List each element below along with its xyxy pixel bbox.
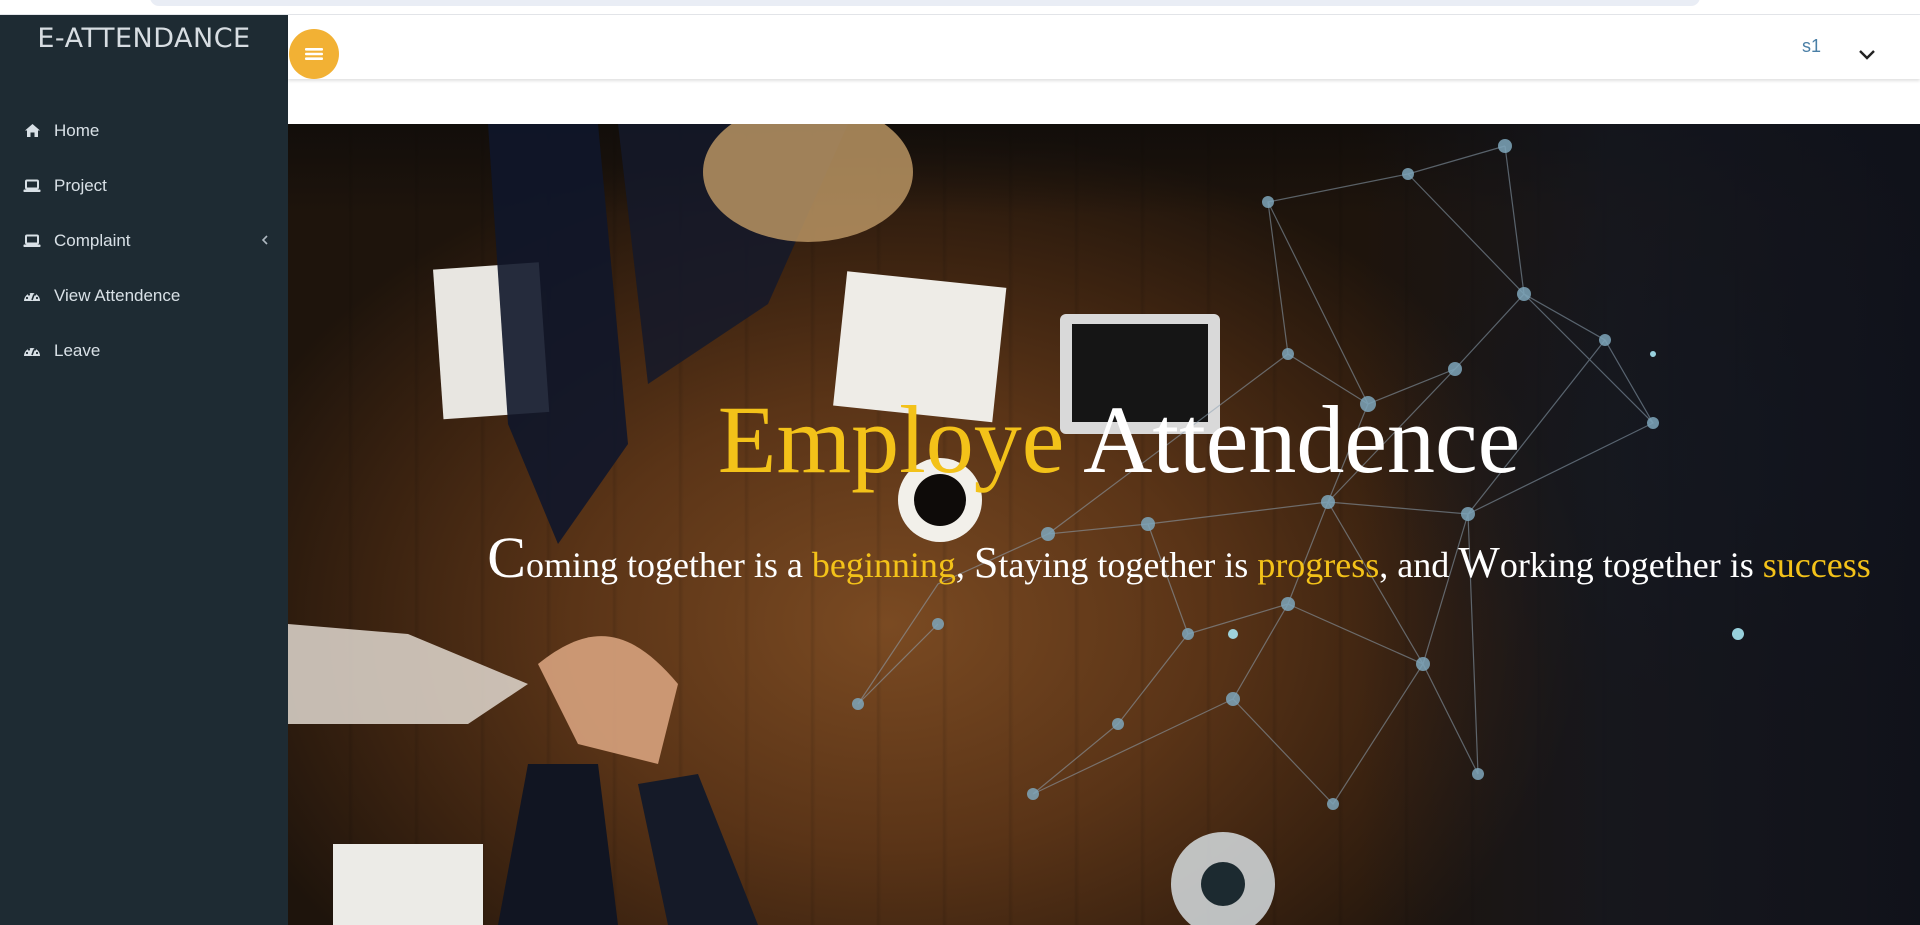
chevron-left-icon[interactable] xyxy=(260,234,270,245)
sidebar-item-project[interactable]: Project xyxy=(0,158,288,213)
tagline-highlight: progress xyxy=(1257,545,1380,585)
sidebar-item-label: Complaint xyxy=(54,230,131,250)
tagline-text: , xyxy=(955,545,974,585)
tagline-text: orking together is xyxy=(1499,545,1763,585)
dashboard-icon xyxy=(22,287,42,305)
hero-title-main: Attendence xyxy=(1083,386,1521,493)
top-header: s1 xyxy=(288,15,1920,79)
tagline-dropcap: C xyxy=(487,525,526,590)
tagline-text: , and xyxy=(1379,545,1459,585)
tagline-text: taying together is xyxy=(998,545,1258,585)
sidebar-item-complaint[interactable]: Complaint xyxy=(0,213,288,268)
tagline-dropcap: W xyxy=(1458,538,1500,587)
tagline-text: oming together is a xyxy=(525,545,812,585)
brand-title[interactable]: E-ATTENDANCE xyxy=(0,23,288,54)
sidebar-toggle-button[interactable] xyxy=(289,29,339,79)
sidebar-nav: Home Project Complaint View Attendence L… xyxy=(0,103,288,378)
laptop-icon xyxy=(22,232,42,250)
sidebar-item-label: Home xyxy=(54,120,100,140)
user-name-link[interactable]: s1 xyxy=(1802,36,1821,57)
tagline-highlight: beginning xyxy=(811,545,956,585)
tagline-highlight: success xyxy=(1762,545,1871,585)
address-bar-remnant xyxy=(150,0,1700,6)
hero-title-highlight: Employe xyxy=(717,386,1065,493)
sidebar-item-label: Project xyxy=(54,175,107,195)
browser-top-strip xyxy=(0,0,1920,15)
sidebar-item-label: View Attendence xyxy=(54,285,181,305)
home-icon xyxy=(22,122,42,140)
chevron-down-icon[interactable] xyxy=(1856,43,1878,65)
sidebar: E-ATTENDANCE Home Project Complaint View… xyxy=(0,15,288,925)
hero-title: Employe Attendence xyxy=(288,392,1920,488)
tagline-dropcap: S xyxy=(973,538,999,587)
hero-banner: Employe Attendence Coming together is a … xyxy=(288,124,1920,925)
hamburger-icon xyxy=(305,48,323,60)
sidebar-item-leave[interactable]: Leave xyxy=(0,323,288,378)
sidebar-item-home[interactable]: Home xyxy=(0,103,288,158)
sidebar-item-view-attendence[interactable]: View Attendence xyxy=(0,268,288,323)
dashboard-icon xyxy=(22,342,42,360)
laptop-icon xyxy=(22,177,42,195)
sidebar-item-label: Leave xyxy=(54,340,101,360)
hero-tagline: Coming together is a beginning, Staying … xyxy=(288,524,1920,591)
